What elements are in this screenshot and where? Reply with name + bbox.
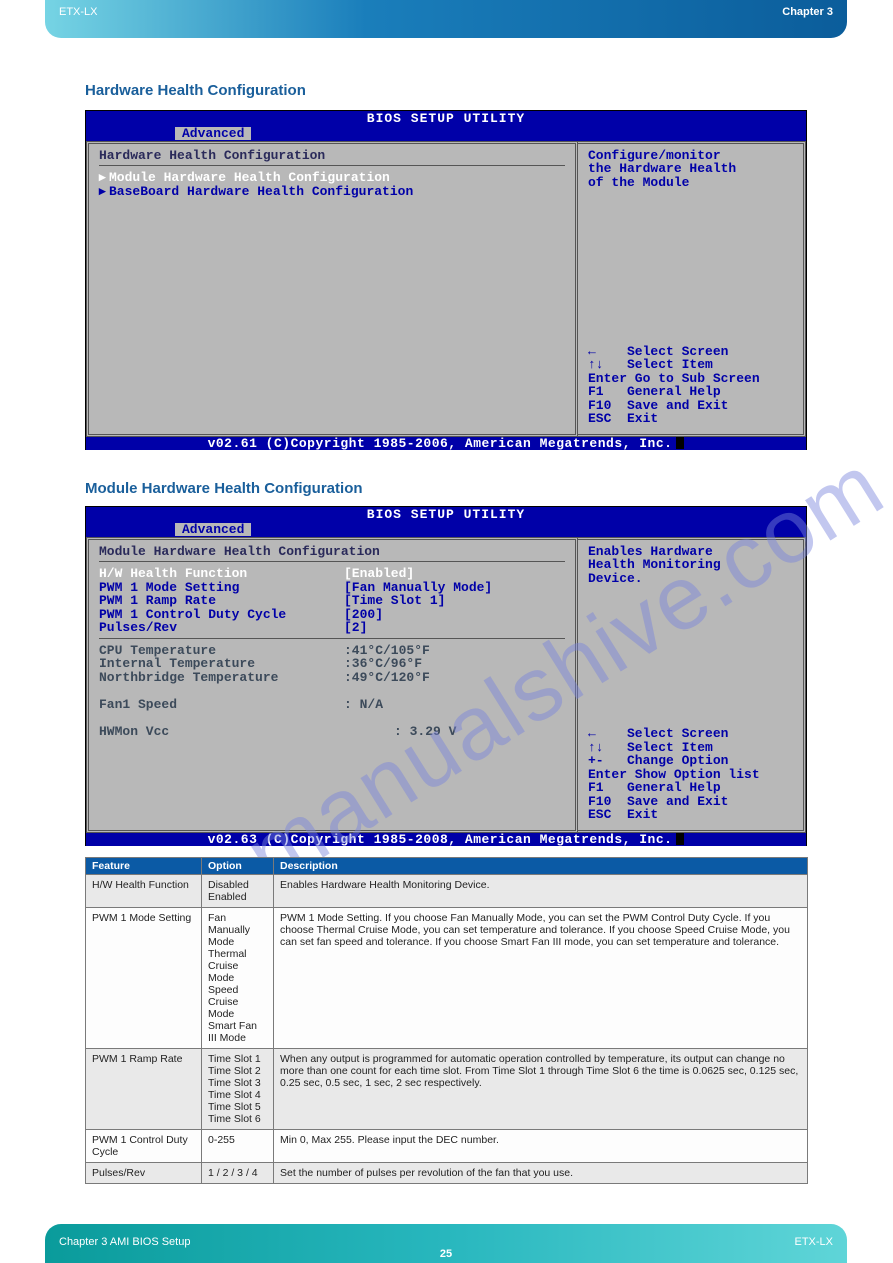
bios2-reading-6: HWMon Vcc: 3.29 V bbox=[99, 725, 565, 739]
th-description: Description bbox=[274, 858, 808, 875]
bios1-left-panel: Hardware Health Configuration ▸Module Ha… bbox=[86, 141, 578, 437]
bios2-reading-0: CPU Temperature:41°C/105°F bbox=[99, 644, 565, 658]
bios2-setting-2[interactable]: PWM 1 Ramp Rate[Time Slot 1] bbox=[99, 594, 565, 608]
th-option: Option bbox=[202, 858, 274, 875]
bios1-item-0[interactable]: ▸Module Hardware Health Configuration bbox=[99, 171, 565, 185]
table-row: Pulses/Rev 1 / 2 / 3 / 4 Set the number … bbox=[86, 1163, 808, 1184]
table-row: PWM 1 Ramp Rate Time Slot 1 Time Slot 2 … bbox=[86, 1049, 808, 1130]
bios1-desc-2: of the Module bbox=[588, 176, 793, 190]
bios2-setting-0[interactable]: H/W Health Function[Enabled] bbox=[99, 567, 565, 581]
bios2-tab-row: Advanced bbox=[86, 523, 806, 537]
options-table: Feature Option Description H/W Health Fu… bbox=[85, 857, 808, 1184]
table-row: PWM 1 Control Duty Cycle 0-255 Min 0, Ma… bbox=[86, 1130, 808, 1163]
bios1-tab-advanced: Advanced bbox=[175, 127, 251, 141]
bios1-help: ← Select Screen ↑↓ Select Item Enter Go … bbox=[588, 345, 793, 426]
bios1-right-panel: Configure/monitor the Hardware Health of… bbox=[578, 141, 806, 437]
bios2-desc-0: Enables Hardware bbox=[588, 545, 793, 559]
header-left: ETX-LX bbox=[59, 6, 98, 32]
footer-right: ETX-LX bbox=[794, 1236, 833, 1263]
bios1-copyright: v02.61 (C)Copyright 1985-2006, American … bbox=[86, 437, 806, 451]
section-title-2: Module Hardware Health Configuration bbox=[85, 480, 363, 497]
page-number: 25 bbox=[440, 1248, 452, 1260]
bios2-copyright: v02.63 (C)Copyright 1985-2008, American … bbox=[86, 833, 806, 847]
bios2-desc-1: Health Monitoring bbox=[588, 558, 793, 572]
table-row: PWM 1 Mode Setting Fan Manually Mode The… bbox=[86, 908, 808, 1049]
bios2-setting-3[interactable]: PWM 1 Control Duty Cycle[200] bbox=[99, 608, 565, 622]
th-feature: Feature bbox=[86, 858, 202, 875]
bios2-right-panel: Enables Hardware Health Monitoring Devic… bbox=[578, 537, 806, 833]
bios2-panel-title: Module Hardware Health Configuration bbox=[99, 545, 565, 559]
page-header: ETX-LX Chapter 3 bbox=[45, 0, 847, 38]
bios1-desc-1: the Hardware Health bbox=[588, 162, 793, 176]
bios2-help: ← Select Screen ↑↓ Select Item +- Change… bbox=[588, 727, 793, 822]
bios1-panel-title: Hardware Health Configuration bbox=[99, 149, 565, 163]
bios2-setting-4[interactable]: Pulses/Rev[2] bbox=[99, 621, 565, 635]
bios-screenshot-2: BIOS SETUP UTILITY Advanced Module Hardw… bbox=[85, 506, 807, 846]
bios1-item-1[interactable]: ▸BaseBoard Hardware Health Configuration bbox=[99, 185, 565, 199]
section-title-1: Hardware Health Configuration bbox=[85, 82, 306, 99]
bios1-tab-row: Advanced bbox=[86, 127, 806, 141]
bios2-title: BIOS SETUP UTILITY bbox=[86, 507, 806, 523]
bios2-reading-2: Northbridge Temperature:49°C/120°F bbox=[99, 671, 565, 685]
bios2-tab-advanced: Advanced bbox=[175, 523, 251, 537]
bios1-title: BIOS SETUP UTILITY bbox=[86, 111, 806, 127]
bios1-desc-0: Configure/monitor bbox=[588, 149, 793, 163]
bios2-left-panel: Module Hardware Health Configuration H/W… bbox=[86, 537, 578, 833]
page-footer: Chapter 3 AMI BIOS Setup 25 ETX-LX bbox=[45, 1224, 847, 1263]
bios-screenshot-1: BIOS SETUP UTILITY Advanced Hardware Hea… bbox=[85, 110, 807, 450]
bios2-reading-1: Internal Temperature:36°C/96°F bbox=[99, 657, 565, 671]
footer-left: Chapter 3 AMI BIOS Setup bbox=[59, 1236, 190, 1263]
table-row: H/W Health Function Disabled Enabled Ena… bbox=[86, 875, 808, 908]
bios2-setting-1[interactable]: PWM 1 Mode Setting[Fan Manually Mode] bbox=[99, 581, 565, 595]
bios2-reading-4: Fan1 Speed: N/A bbox=[99, 698, 565, 712]
bios2-desc-2: Device. bbox=[588, 572, 793, 586]
header-right: Chapter 3 bbox=[782, 6, 833, 32]
